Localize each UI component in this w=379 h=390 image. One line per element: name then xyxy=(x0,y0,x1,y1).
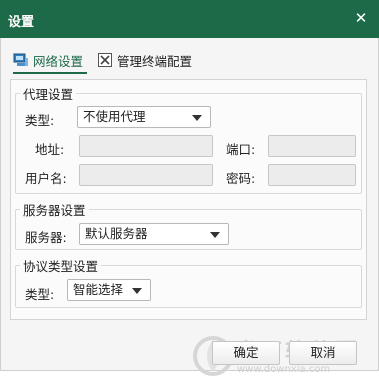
server-value: 默认服务器 xyxy=(85,226,148,241)
ok-button[interactable]: 确定 xyxy=(212,341,280,365)
tools-icon xyxy=(97,52,113,68)
proxy-port-label: 端口: xyxy=(226,142,256,157)
chevron-down-icon xyxy=(132,288,142,294)
proxy-address-field[interactable] xyxy=(79,135,213,157)
protocol-type-value: 智能选择 xyxy=(73,282,124,297)
tab-terminal-config[interactable]: 管理终端配置 xyxy=(97,51,192,69)
proxy-address-label: 地址: xyxy=(35,142,65,157)
protocol-type-label: 类型: xyxy=(25,287,55,302)
tab-network-settings-label: 网络设置 xyxy=(33,53,84,69)
network-settings-icon xyxy=(13,52,29,68)
chevron-down-icon xyxy=(210,232,220,238)
proxy-settings-legend: 代理设置 xyxy=(23,87,74,102)
watermark-url: www.downxia.com xyxy=(237,364,331,375)
proxy-port-field[interactable] xyxy=(268,135,356,157)
tab-network-settings[interactable]: 网络设置 xyxy=(13,51,83,69)
proxy-type-label: 类型: xyxy=(25,113,55,128)
proxy-type-select[interactable]: 不使用代理 xyxy=(77,106,211,128)
server-select[interactable]: 默认服务器 xyxy=(79,223,229,245)
network-settings-panel: 代理设置 类型: 不使用代理 地址: 端口: 用户名: 密码: 服务器设置 服务… xyxy=(10,79,367,320)
active-tab-indicator xyxy=(13,72,87,74)
protocol-type-legend: 协议类型设置 xyxy=(23,259,99,274)
proxy-password-field[interactable] xyxy=(268,164,356,186)
proxy-username-field[interactable] xyxy=(79,164,213,186)
protocol-type-select[interactable]: 智能选择 xyxy=(67,279,151,301)
proxy-username-label: 用户名: xyxy=(25,171,67,186)
cancel-button[interactable]: 取消 xyxy=(289,341,357,365)
title-bar: 设置 ✕ xyxy=(0,0,379,38)
chevron-down-icon xyxy=(192,115,202,121)
server-label: 服务器: xyxy=(25,230,67,245)
close-icon[interactable]: ✕ xyxy=(349,6,373,30)
tab-bar: 网络设置 管理终端配置 xyxy=(1,38,378,80)
proxy-password-label: 密码: xyxy=(226,171,256,186)
server-settings-legend: 服务器设置 xyxy=(23,203,86,218)
proxy-type-value: 不使用代理 xyxy=(83,109,146,124)
tab-terminal-config-label: 管理终端配置 xyxy=(117,53,193,69)
dialog-body: 网络设置 管理终端配置 代理设置 类型: 不使用代理 地址: 端口: 用户名: … xyxy=(0,38,379,376)
window-title: 设置 xyxy=(8,15,35,30)
